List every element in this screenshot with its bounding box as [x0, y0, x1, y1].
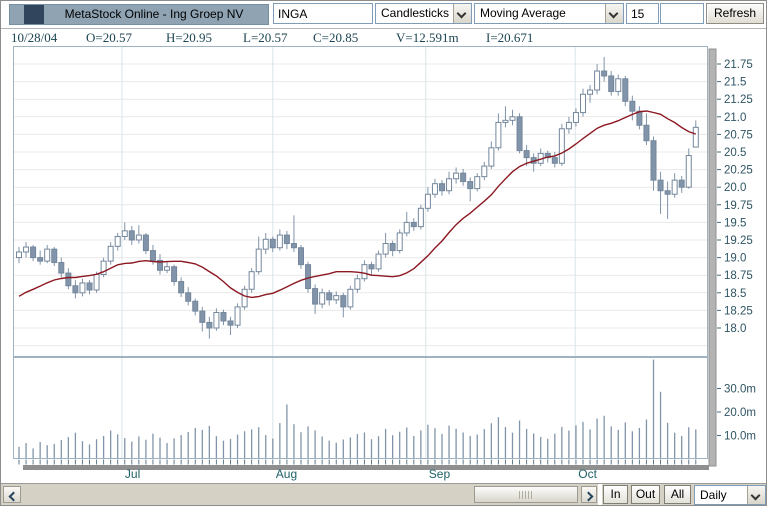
zoom-out-button[interactable]: Out [631, 485, 660, 504]
svg-text:19.25: 19.25 [724, 235, 753, 247]
quote-info-item: O=20.57 [86, 30, 132, 45]
indicator-select[interactable]: Moving Average [474, 3, 624, 24]
svg-text:10.0m: 10.0m [724, 431, 756, 443]
svg-text:21.0: 21.0 [724, 112, 746, 124]
quote-info-item: L=20.57 [243, 30, 288, 45]
indicator-dropdown-button[interactable] [605, 4, 623, 23]
month-label: Oct [578, 467, 597, 481]
zoom-in-button[interactable]: In [603, 485, 628, 504]
month-label: Aug [276, 467, 297, 481]
panel-frames [13, 46, 708, 459]
quote-info-row: 10/28/04 O=20.57 H=20.95 L=20.57 C=20.85 V=12… [1, 29, 766, 45]
svg-text:19.5: 19.5 [724, 217, 746, 229]
quote-info-item: I=20.671 [486, 30, 534, 45]
chart-type-select[interactable]: Candlesticks [375, 3, 472, 24]
svg-text:18.75: 18.75 [724, 270, 753, 282]
scrollbar-thumb[interactable] [474, 486, 578, 503]
window-title: MetaStock Online - Ing Groep NV [64, 7, 244, 21]
svg-text:20.0m: 20.0m [724, 407, 756, 419]
quote-info-item: V=12.591m [396, 30, 459, 45]
svg-text:18.0: 18.0 [724, 323, 746, 335]
svg-text:20.5: 20.5 [724, 147, 746, 159]
x-tick-marks [18, 459, 697, 465]
chevron-down-icon [608, 8, 619, 19]
bottombar-separator [598, 484, 602, 505]
svg-text:18.25: 18.25 [724, 305, 753, 317]
quote-info-item: C=20.85 [313, 30, 359, 45]
price-gridlines [14, 63, 707, 347]
svg-text:20.25: 20.25 [724, 165, 753, 177]
chevron-down-icon [456, 8, 467, 19]
quote-info-item: 10/28/04 [11, 30, 58, 45]
timeframe-select[interactable]: Daily [694, 485, 766, 505]
metastock-window: MetaStock Online - Ing Groep NV Candlest… [0, 0, 767, 506]
chevron-left-icon [8, 491, 19, 502]
scroll-left-button[interactable] [3, 486, 21, 503]
svg-text:21.25: 21.25 [724, 94, 753, 106]
title-bar: MetaStock Online - Ing Groep NV [9, 4, 269, 25]
ma-period-input[interactable] [626, 3, 659, 24]
scrollbar-grip [519, 491, 533, 499]
svg-text:19.0: 19.0 [724, 253, 746, 265]
volume-axis-labels: 30.0m 20.0m 10.0m [717, 384, 756, 443]
month-gridlines [121, 47, 576, 458]
zoom-all-button[interactable]: All [664, 485, 691, 504]
axis-splitter [708, 48, 717, 467]
svg-text:21.75: 21.75 [724, 59, 753, 71]
refresh-button[interactable]: Refresh [706, 3, 764, 24]
chevron-down-icon [750, 490, 761, 501]
symbol-input[interactable] [273, 3, 373, 24]
quote-info-item: H=20.95 [166, 30, 212, 45]
svg-text:19.75: 19.75 [724, 200, 753, 212]
title-accent-block [24, 5, 44, 24]
chevron-right-icon [583, 491, 594, 502]
indicator-value: Moving Average [480, 6, 566, 20]
svg-text:20.75: 20.75 [724, 129, 753, 141]
timeframe-dropdown-button[interactable] [747, 486, 765, 504]
moving-average-line [18, 110, 697, 299]
chart-area[interactable]: Jul Aug Sep Oct 21.75 21.5 21.25 21.0 20.75 20.5 2… [1, 45, 766, 483]
svg-text:18.5: 18.5 [724, 288, 746, 300]
chart-type-value: Candlesticks [381, 6, 450, 20]
toolbar: MetaStock Online - Ing Groep NV Candlest… [1, 1, 766, 29]
svg-text:20.0: 20.0 [724, 182, 746, 194]
timeframe-value: Daily [700, 488, 727, 502]
month-label: Sep [429, 467, 451, 481]
price-axis-labels: 21.75 21.5 21.25 21.0 20.75 20.5 20.25 20.0 19.7… [717, 59, 753, 335]
bottom-scrollbar-row: In Out All Daily [1, 483, 766, 505]
chart-type-dropdown-button[interactable] [453, 4, 471, 23]
svg-text:30.0m: 30.0m [724, 384, 756, 396]
scroll-right-button[interactable] [581, 486, 597, 503]
price-volume-chart: Jul Aug Sep Oct21.7521.521.2521.020.7520.52… [13, 46, 756, 481]
month-label: Jul [125, 467, 140, 481]
aux-parameter-input[interactable] [660, 3, 704, 24]
volume-bars [18, 359, 697, 458]
svg-text:21.5: 21.5 [724, 77, 746, 89]
